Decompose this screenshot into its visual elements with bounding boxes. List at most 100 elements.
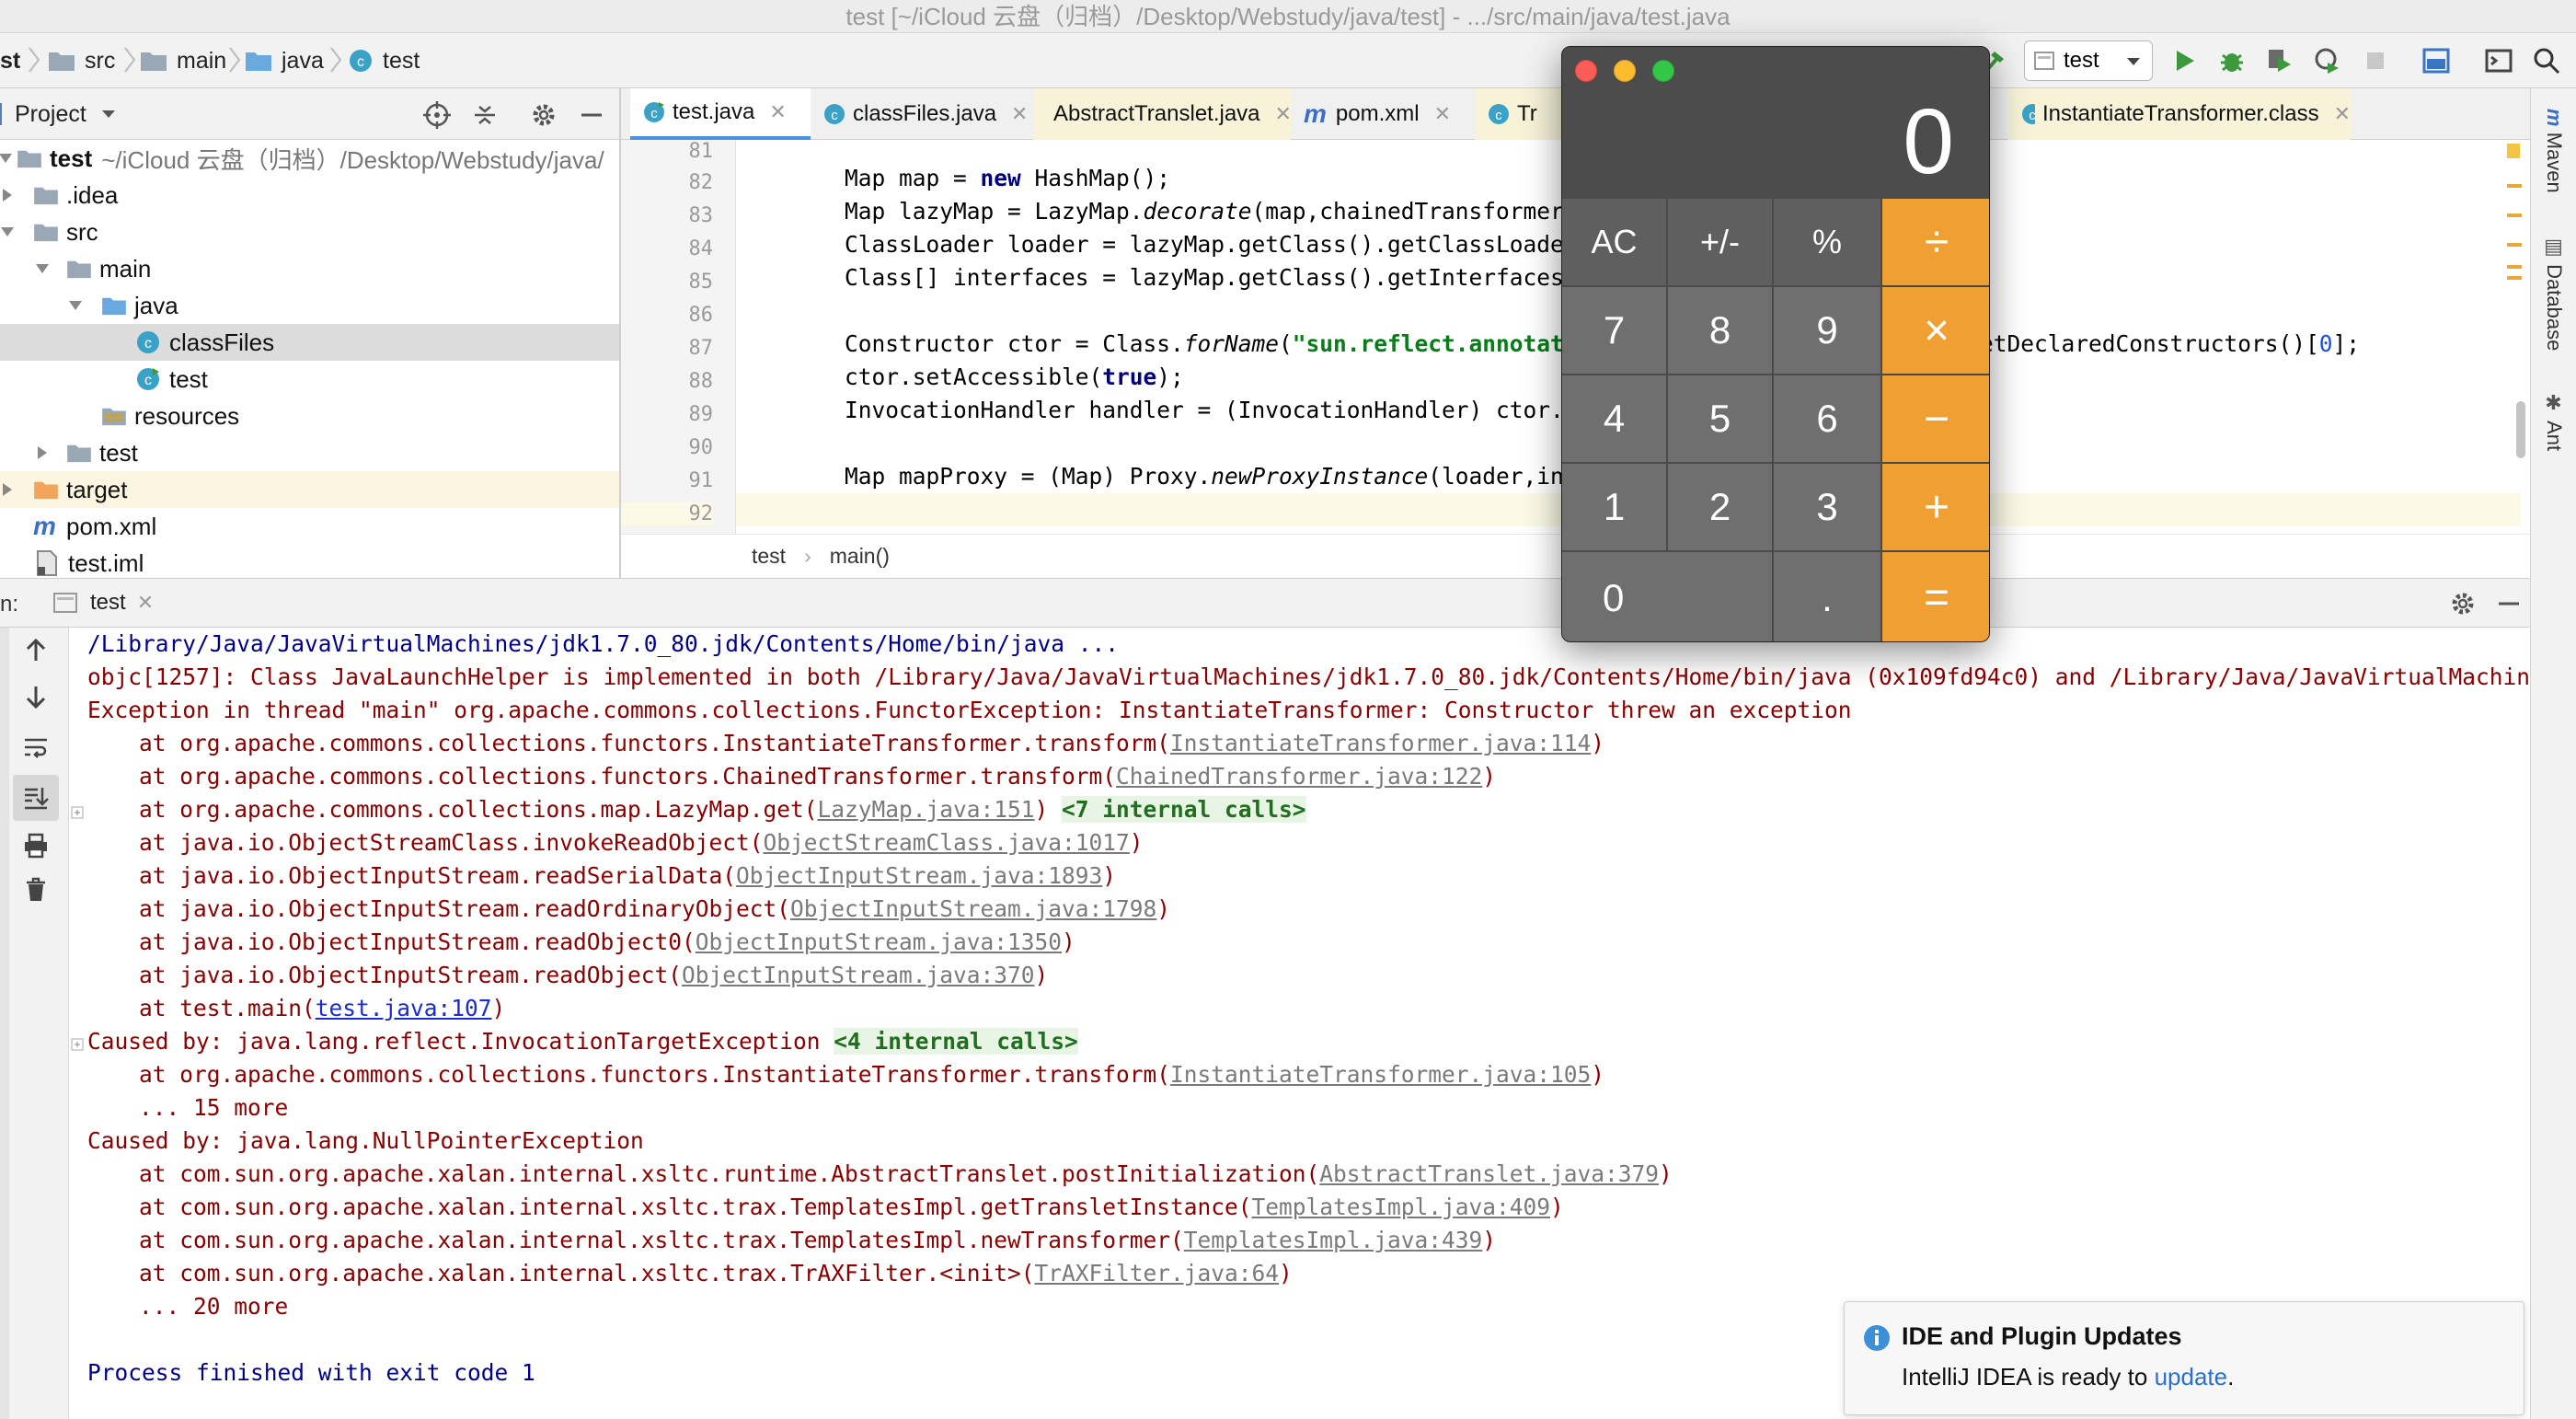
profile-icon[interactable] [2313, 46, 2342, 75]
clear-key[interactable]: AC [1562, 199, 1668, 287]
stack-trace-link[interactable]: TemplatesImpl.java:409 [1252, 1194, 1551, 1220]
console-output[interactable]: /Library/Java/JavaVirtualMachines/jdk1.7… [69, 628, 2530, 1419]
breadcrumb-src[interactable]: src [48, 33, 115, 88]
tab-test-java[interactable]: c test.java ✕ [630, 88, 811, 140]
maven-tool-button[interactable]: m Maven [2542, 109, 2566, 193]
tab-traxfilter[interactable]: c Tr [1475, 88, 1567, 140]
locate-file-icon[interactable] [423, 101, 451, 129]
stop-icon[interactable] [2361, 46, 2390, 75]
close-tab-icon[interactable]: ✕ [1434, 102, 1451, 126]
close-tab-icon[interactable]: ✕ [1011, 102, 1028, 126]
tree-item-resources[interactable]: resources [0, 398, 619, 434]
database-tool-button[interactable]: ▤ Database [2542, 236, 2566, 351]
tree-item-iml[interactable]: test.iml [0, 545, 619, 578]
internal-calls-fold[interactable]: <4 internal calls> [834, 1028, 1078, 1055]
tree-item-classfiles[interactable]: c classFiles [0, 324, 619, 361]
tree-item-root[interactable]: test ~/iCloud 云盘（归档）/Desktop/Webstudy/ja… [0, 140, 619, 177]
hide-panel-icon[interactable] [578, 101, 605, 129]
stack-trace-link[interactable]: ObjectInputStream.java:1893 [736, 862, 1102, 889]
stack-trace-link[interactable]: test.java:107 [316, 995, 492, 1021]
tree-item-test-class[interactable]: c test [0, 361, 619, 398]
project-structure-icon[interactable] [2421, 46, 2451, 75]
close-tab-icon[interactable]: ✕ [2334, 102, 2351, 126]
tab-abstracttranslet-java[interactable]: c AbstractTranslet.java ✕ [1033, 88, 1292, 140]
tab-classfiles-java[interactable]: c classFiles.java ✕ [811, 88, 1033, 140]
digit-9-key[interactable]: 9 [1774, 287, 1882, 375]
scroll-to-end-toggle[interactable] [13, 775, 59, 821]
update-link[interactable]: update [2155, 1363, 2228, 1390]
fold-icon[interactable] [71, 806, 84, 819]
digit-3-key[interactable]: 3 [1774, 464, 1882, 552]
ant-tool-button[interactable]: ✱ Ant [2542, 392, 2566, 451]
stack-trace-link[interactable]: ObjectStreamClass.java:1017 [764, 829, 1130, 856]
collapse-all-icon[interactable] [471, 101, 499, 129]
fold-icon[interactable] [71, 1038, 84, 1051]
stack-trace-link[interactable]: TrAXFilter.java:64 [1035, 1260, 1280, 1286]
tree-item-main[interactable]: main [0, 250, 619, 287]
stack-trace-link[interactable]: AbstractTranslet.java:379 [1319, 1160, 1659, 1187]
update-notification[interactable]: IDE and Plugin Updates IntelliJ IDEA is … [1844, 1301, 2524, 1415]
subtract-key[interactable]: − [1882, 375, 1989, 464]
up-arrow-icon[interactable] [22, 637, 50, 664]
tree-item-pom[interactable]: m pom.xml [0, 508, 619, 545]
multiply-key[interactable]: × [1882, 287, 1989, 375]
close-tab-icon[interactable]: ✕ [137, 591, 154, 615]
run-icon[interactable] [2169, 46, 2199, 75]
stack-trace-link[interactable]: LazyMap.java:151 [818, 796, 1035, 823]
tree-item-test-folder[interactable]: test [0, 434, 619, 471]
digit-5-key[interactable]: 5 [1668, 375, 1774, 464]
equals-key[interactable]: = [1882, 552, 1989, 641]
digit-4-key[interactable]: 4 [1562, 375, 1668, 464]
stack-trace-link[interactable]: ChainedTransformer.java:122 [1116, 763, 1482, 790]
breadcrumb-project[interactable]: st [0, 33, 20, 88]
run-with-coverage-icon[interactable] [2265, 46, 2294, 75]
sign-toggle-key[interactable]: +/- [1668, 199, 1774, 287]
gear-icon[interactable] [2449, 590, 2477, 617]
soft-wrap-icon[interactable] [22, 733, 50, 761]
maximize-window-button[interactable] [1652, 60, 1674, 82]
digit-6-key[interactable]: 6 [1774, 375, 1882, 464]
project-view-selector[interactable]: Project [15, 88, 116, 140]
gear-icon[interactable] [530, 101, 558, 129]
warning-marker[interactable] [2507, 213, 2522, 217]
stack-trace-link[interactable]: ObjectInputStream.java:370 [682, 962, 1035, 988]
warning-marker[interactable] [2507, 243, 2522, 247]
divide-key[interactable]: ÷ [1882, 199, 1989, 287]
run-configuration-select[interactable]: test [2024, 40, 2153, 81]
tree-item-idea[interactable]: .idea [0, 177, 619, 213]
close-tab-icon[interactable]: ✕ [769, 100, 786, 124]
hide-panel-icon[interactable] [2495, 590, 2523, 617]
tab-run-test[interactable]: test ✕ [53, 579, 154, 627]
digit-0-key[interactable]: 0 [1562, 552, 1774, 641]
breadcrumb-main[interactable]: main [140, 33, 226, 88]
stack-trace-link[interactable]: ObjectInputStream.java:1350 [696, 929, 1062, 955]
tab-instantiatetransformer-class[interactable]: c InstantiateTransformer.class ✕ [2008, 88, 2351, 140]
tab-pom-xml[interactable]: m pom.xml ✕ [1291, 88, 1475, 140]
trash-icon[interactable] [22, 876, 50, 904]
add-key[interactable]: + [1882, 464, 1989, 552]
warning-marker[interactable] [2507, 184, 2522, 188]
warning-marker[interactable] [2507, 276, 2522, 280]
breadcrumb-test[interactable]: c test [348, 33, 420, 88]
terminal-icon[interactable] [2484, 46, 2513, 75]
inspection-status-icon[interactable] [2507, 144, 2520, 158]
decimal-key[interactable]: . [1774, 552, 1882, 641]
tree-item-java[interactable]: java [0, 287, 619, 324]
stack-trace-link[interactable]: InstantiateTransformer.java:105 [1170, 1061, 1591, 1088]
tree-item-src[interactable]: src [0, 213, 619, 250]
breadcrumb-class[interactable]: test [752, 544, 786, 569]
debug-icon[interactable] [2217, 46, 2247, 75]
down-arrow-icon[interactable] [22, 683, 50, 710]
digit-7-key[interactable]: 7 [1562, 287, 1668, 375]
minimize-window-button[interactable] [1614, 60, 1636, 82]
close-tab-icon[interactable]: ✕ [1275, 102, 1292, 126]
breadcrumb-java[interactable]: java [245, 33, 324, 88]
stack-trace-link[interactable]: ObjectInputStream.java:1798 [790, 895, 1156, 922]
stack-trace-link[interactable]: InstantiateTransformer.java:114 [1170, 730, 1591, 756]
internal-calls-fold[interactable]: <7 internal calls> [1062, 796, 1306, 823]
digit-2-key[interactable]: 2 [1668, 464, 1774, 552]
editor-scrollbar-thumb[interactable] [2516, 401, 2525, 458]
warning-marker[interactable] [2507, 265, 2522, 269]
digit-8-key[interactable]: 8 [1668, 287, 1774, 375]
print-icon[interactable] [22, 832, 50, 859]
